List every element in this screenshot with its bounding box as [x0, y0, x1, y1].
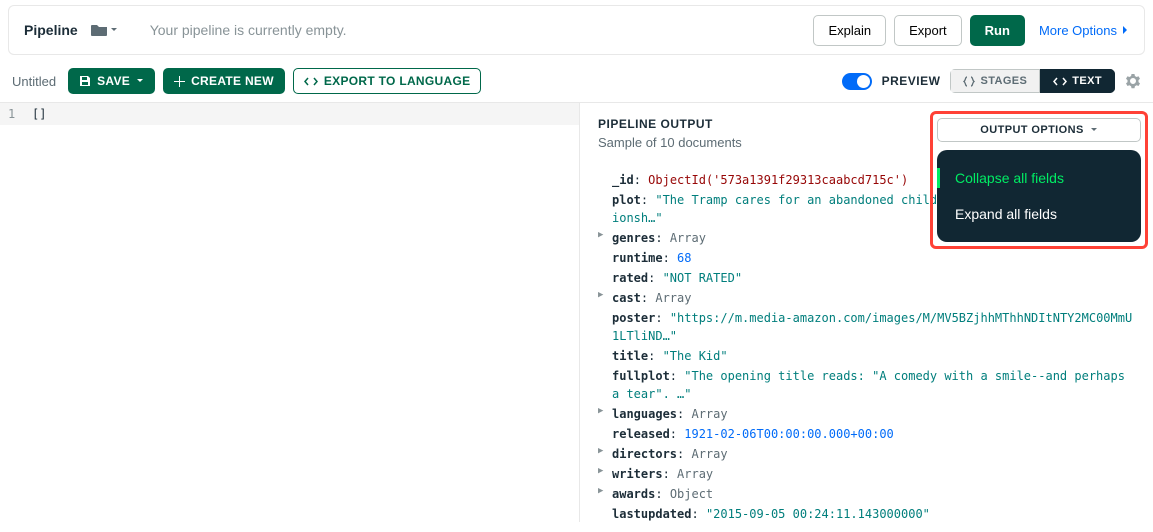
field-genres: genres: [612, 231, 655, 245]
top-bar-right: Explain Export Run More Options: [813, 15, 1129, 46]
field-poster: poster: [612, 311, 655, 325]
collapse-all-fields-item[interactable]: Collapse all fields: [937, 160, 1141, 196]
empty-message: Your pipeline is currently empty.: [150, 22, 347, 38]
main-area: 1 [] PIPELINE OUTPUT Sample of 10 docume…: [0, 102, 1153, 522]
field-lastupdated: lastupdated: [612, 507, 691, 521]
top-bar-left: Pipeline Your pipeline is currently empt…: [24, 22, 347, 38]
expand-all-fields-item[interactable]: Expand all fields: [937, 196, 1141, 232]
view-segmented-control: STAGES TEXT: [950, 69, 1115, 93]
chevron-right-icon: [1121, 25, 1129, 35]
field-awards: awards: [612, 487, 655, 501]
field-runtime: runtime: [612, 251, 663, 265]
expand-icon[interactable]: ▶: [598, 289, 612, 303]
untitled-label: Untitled: [12, 74, 56, 89]
stages-label: STAGES: [980, 75, 1027, 87]
preview-label: PREVIEW: [882, 74, 941, 88]
preview-toggle[interactable]: [842, 73, 872, 90]
expand-icon[interactable]: ▶: [598, 485, 612, 499]
field-writers: writers: [612, 467, 663, 481]
output-subtitle: Sample of 10 documents: [598, 135, 742, 150]
expand-icon[interactable]: ▶: [598, 445, 612, 459]
create-label: CREATE NEW: [191, 74, 274, 88]
toolbar: Untitled SAVE CREATE NEW EXPORT TO LANGU…: [0, 60, 1153, 102]
expand-icon[interactable]: ▶: [598, 465, 612, 479]
line-number: 1: [8, 107, 32, 121]
text-label: TEXT: [1072, 75, 1102, 87]
chevron-down-icon: [136, 77, 144, 85]
output-title: PIPELINE OUTPUT: [598, 117, 742, 131]
plus-icon: [174, 76, 185, 87]
save-label: SAVE: [97, 74, 130, 88]
toolbar-right: PREVIEW STAGES TEXT: [842, 69, 1141, 93]
export-to-language-button[interactable]: EXPORT TO LANGUAGE: [293, 68, 482, 94]
save-icon: [79, 75, 91, 87]
run-button[interactable]: Run: [970, 15, 1025, 46]
field-directors: directors: [612, 447, 677, 461]
code-icon: [1053, 76, 1067, 87]
pipeline-label: Pipeline: [24, 22, 78, 38]
field-plot: plot: [612, 193, 641, 207]
chevron-down-icon: [1090, 126, 1098, 134]
export-lang-label: EXPORT TO LANGUAGE: [324, 74, 471, 88]
top-bar: Pipeline Your pipeline is currently empt…: [8, 5, 1145, 55]
field-rated: rated: [612, 271, 648, 285]
code-icon: [304, 76, 318, 87]
more-options-link[interactable]: More Options: [1039, 23, 1129, 38]
field-released: released: [612, 427, 670, 441]
text-view-button[interactable]: TEXT: [1040, 69, 1115, 93]
braces-icon: [963, 76, 975, 87]
expand-icon[interactable]: ▶: [598, 229, 612, 243]
expand-icon[interactable]: ▶: [598, 405, 612, 419]
field-cast: cast: [612, 291, 641, 305]
output-options-label: OUTPUT OPTIONS: [980, 124, 1083, 136]
more-options-label: More Options: [1039, 23, 1117, 38]
field-id: _id: [612, 173, 634, 187]
output-pane: PIPELINE OUTPUT Sample of 10 documents O…: [580, 103, 1153, 522]
create-new-button[interactable]: CREATE NEW: [163, 68, 285, 94]
save-button[interactable]: SAVE: [68, 68, 155, 94]
stages-view-button[interactable]: STAGES: [950, 69, 1040, 93]
editor-line: 1 []: [0, 103, 579, 125]
output-options-button[interactable]: OUTPUT OPTIONS: [937, 118, 1141, 142]
editor-content[interactable]: []: [32, 107, 46, 121]
output-options-menu: Collapse all fields Expand all fields: [937, 150, 1141, 242]
output-options-wrapper: OUTPUT OPTIONS Collapse all fields Expan…: [930, 111, 1148, 249]
folder-dropdown-icon[interactable]: [90, 23, 118, 38]
field-fullplot: fullplot: [612, 369, 670, 383]
export-button[interactable]: Export: [894, 15, 962, 46]
field-title: title: [612, 349, 648, 363]
settings-gear-icon[interactable]: [1125, 73, 1141, 89]
editor-pane[interactable]: 1 []: [0, 103, 580, 522]
explain-button[interactable]: Explain: [813, 15, 886, 46]
field-languages: languages: [612, 407, 677, 421]
